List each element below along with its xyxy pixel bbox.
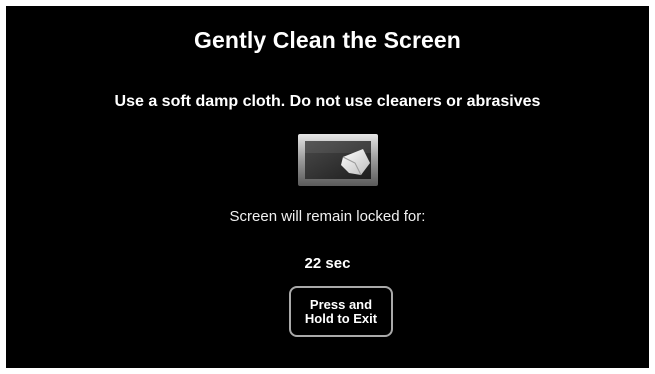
clean-screen-panel: Gently Clean the Screen Use a soft damp … xyxy=(6,6,649,368)
exit-button-label-line1: Press and xyxy=(309,296,373,312)
press-and-hold-exit-button[interactable]: Press and Hold to Exit xyxy=(289,286,393,337)
page-title: Gently Clean the Screen xyxy=(194,27,461,53)
countdown-timer: 22 sec xyxy=(304,255,351,272)
lock-message: Screen will remain locked for: xyxy=(229,208,426,225)
exit-button-label-line2: Hold to Exit xyxy=(304,310,378,326)
screen-cleaning-cloth-icon xyxy=(298,134,378,186)
cleaning-instruction: Use a soft damp cloth. Do not use cleane… xyxy=(114,93,541,110)
